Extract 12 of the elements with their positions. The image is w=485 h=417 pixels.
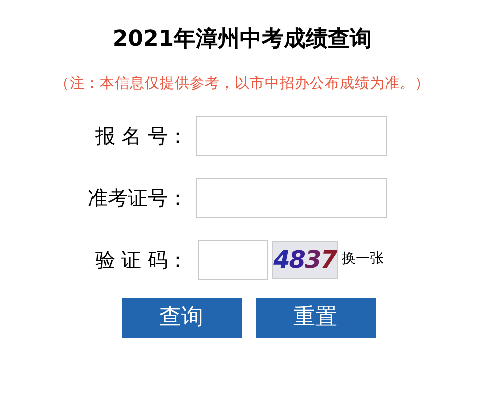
captcha-field[interactable] xyxy=(198,240,268,280)
reset-button[interactable]: 重置 xyxy=(256,298,376,338)
input-field[interactable] xyxy=(196,116,387,156)
refresh-link[interactable]: 换一张 xyxy=(342,249,384,270)
page-title: 2021年漳州中考成绩查询 xyxy=(112,26,374,54)
field-label: 准考证号： xyxy=(87,184,188,212)
input-field[interactable] xyxy=(196,178,387,218)
query-button[interactable]: 查询 xyxy=(122,298,242,338)
field-label: 验 证 码： xyxy=(94,246,188,274)
field-label: 报 名 号： xyxy=(94,122,188,150)
captcha-image: 4837 xyxy=(272,240,338,279)
disclaimer-note: （注：本信息仅提供参考，以市中招办公布成绩为准。） xyxy=(54,74,431,94)
